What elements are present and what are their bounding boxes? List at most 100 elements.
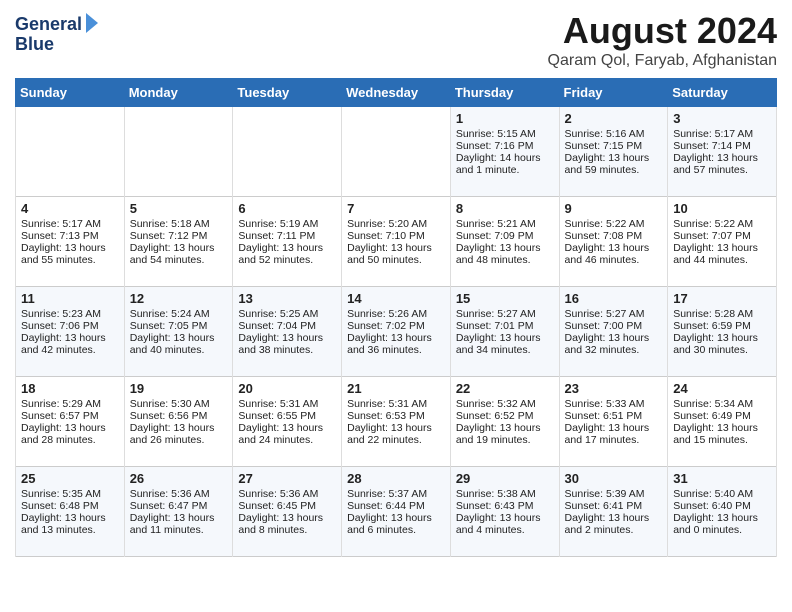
day-info: Sunset: 7:11 PM <box>238 230 336 242</box>
calendar-cell: 9Sunrise: 5:22 AMSunset: 7:08 PMDaylight… <box>559 197 668 287</box>
day-number: 15 <box>456 291 554 306</box>
day-info: Sunset: 6:52 PM <box>456 410 554 422</box>
week-row-3: 11Sunrise: 5:23 AMSunset: 7:06 PMDayligh… <box>16 287 777 377</box>
calendar-cell: 8Sunrise: 5:21 AMSunset: 7:09 PMDaylight… <box>450 197 559 287</box>
calendar-cell: 10Sunrise: 5:22 AMSunset: 7:07 PMDayligh… <box>668 197 777 287</box>
day-info: and 30 minutes. <box>673 344 771 356</box>
day-number: 1 <box>456 111 554 126</box>
day-number: 11 <box>21 291 119 306</box>
calendar-cell <box>16 107 125 197</box>
day-info: Sunrise: 5:21 AM <box>456 218 554 230</box>
weekday-header-saturday: Saturday <box>668 79 777 107</box>
calendar-cell: 16Sunrise: 5:27 AMSunset: 7:00 PMDayligh… <box>559 287 668 377</box>
day-number: 19 <box>130 381 228 396</box>
day-info: Sunset: 6:53 PM <box>347 410 445 422</box>
day-number: 22 <box>456 381 554 396</box>
calendar-cell: 3Sunrise: 5:17 AMSunset: 7:14 PMDaylight… <box>668 107 777 197</box>
day-info: Sunset: 7:06 PM <box>21 320 119 332</box>
day-info: Sunrise: 5:25 AM <box>238 308 336 320</box>
day-info: Daylight: 13 hours <box>21 332 119 344</box>
day-info: Sunrise: 5:24 AM <box>130 308 228 320</box>
day-info: and 46 minutes. <box>565 254 663 266</box>
day-info: and 19 minutes. <box>456 434 554 446</box>
calendar-cell: 22Sunrise: 5:32 AMSunset: 6:52 PMDayligh… <box>450 377 559 467</box>
day-info: and 6 minutes. <box>347 524 445 536</box>
day-info: and 17 minutes. <box>565 434 663 446</box>
day-info: and 52 minutes. <box>238 254 336 266</box>
day-number: 2 <box>565 111 663 126</box>
day-info: and 50 minutes. <box>347 254 445 266</box>
day-info: Sunset: 7:15 PM <box>565 140 663 152</box>
calendar-cell: 26Sunrise: 5:36 AMSunset: 6:47 PMDayligh… <box>124 467 233 557</box>
day-info: and 13 minutes. <box>21 524 119 536</box>
day-info: Sunrise: 5:28 AM <box>673 308 771 320</box>
day-info: Sunset: 6:51 PM <box>565 410 663 422</box>
day-info: and 26 minutes. <box>130 434 228 446</box>
day-info: Sunset: 6:41 PM <box>565 500 663 512</box>
day-info: and 15 minutes. <box>673 434 771 446</box>
day-info: and 48 minutes. <box>456 254 554 266</box>
day-info: Daylight: 13 hours <box>347 332 445 344</box>
day-number: 29 <box>456 471 554 486</box>
day-info: Daylight: 13 hours <box>130 242 228 254</box>
day-info: Sunrise: 5:22 AM <box>565 218 663 230</box>
day-info: Sunset: 6:57 PM <box>21 410 119 422</box>
day-info: and 44 minutes. <box>673 254 771 266</box>
day-info: Sunrise: 5:18 AM <box>130 218 228 230</box>
day-number: 28 <box>347 471 445 486</box>
day-info: and 24 minutes. <box>238 434 336 446</box>
day-info: and 8 minutes. <box>238 524 336 536</box>
calendar-cell: 7Sunrise: 5:20 AMSunset: 7:10 PMDaylight… <box>342 197 451 287</box>
day-info: and 34 minutes. <box>456 344 554 356</box>
day-info: Daylight: 13 hours <box>238 242 336 254</box>
calendar-cell: 13Sunrise: 5:25 AMSunset: 7:04 PMDayligh… <box>233 287 342 377</box>
day-info: Sunset: 6:55 PM <box>238 410 336 422</box>
day-number: 27 <box>238 471 336 486</box>
week-row-4: 18Sunrise: 5:29 AMSunset: 6:57 PMDayligh… <box>16 377 777 467</box>
day-info: Sunset: 7:07 PM <box>673 230 771 242</box>
calendar-cell <box>124 107 233 197</box>
day-info: Daylight: 13 hours <box>673 332 771 344</box>
calendar-cell: 5Sunrise: 5:18 AMSunset: 7:12 PMDaylight… <box>124 197 233 287</box>
day-info: Sunset: 6:56 PM <box>130 410 228 422</box>
day-number: 17 <box>673 291 771 306</box>
day-number: 20 <box>238 381 336 396</box>
day-info: Sunrise: 5:36 AM <box>130 488 228 500</box>
calendar-cell: 25Sunrise: 5:35 AMSunset: 6:48 PMDayligh… <box>16 467 125 557</box>
calendar-cell: 11Sunrise: 5:23 AMSunset: 7:06 PMDayligh… <box>16 287 125 377</box>
day-info: and 40 minutes. <box>130 344 228 356</box>
day-info: Daylight: 13 hours <box>238 332 336 344</box>
day-info: Sunset: 6:43 PM <box>456 500 554 512</box>
day-info: and 11 minutes. <box>130 524 228 536</box>
day-info: Sunset: 7:04 PM <box>238 320 336 332</box>
calendar-cell: 29Sunrise: 5:38 AMSunset: 6:43 PMDayligh… <box>450 467 559 557</box>
day-number: 4 <box>21 201 119 216</box>
day-number: 12 <box>130 291 228 306</box>
day-info: Sunrise: 5:27 AM <box>565 308 663 320</box>
day-number: 31 <box>673 471 771 486</box>
day-info: Sunrise: 5:17 AM <box>673 128 771 140</box>
day-info: Sunset: 7:10 PM <box>347 230 445 242</box>
day-number: 16 <box>565 291 663 306</box>
day-info: Sunrise: 5:16 AM <box>565 128 663 140</box>
month-title: August 2024 <box>548 10 777 52</box>
day-info: and 42 minutes. <box>21 344 119 356</box>
weekday-header-monday: Monday <box>124 79 233 107</box>
day-number: 14 <box>347 291 445 306</box>
calendar-cell: 1Sunrise: 5:15 AMSunset: 7:16 PMDaylight… <box>450 107 559 197</box>
calendar-cell: 28Sunrise: 5:37 AMSunset: 6:44 PMDayligh… <box>342 467 451 557</box>
day-info: Sunset: 7:00 PM <box>565 320 663 332</box>
day-info: Daylight: 13 hours <box>456 242 554 254</box>
week-row-2: 4Sunrise: 5:17 AMSunset: 7:13 PMDaylight… <box>16 197 777 287</box>
day-info: Sunset: 7:13 PM <box>21 230 119 242</box>
day-info: Sunrise: 5:15 AM <box>456 128 554 140</box>
day-info: and 59 minutes. <box>565 164 663 176</box>
day-info: Sunrise: 5:30 AM <box>130 398 228 410</box>
day-number: 3 <box>673 111 771 126</box>
day-info: Daylight: 13 hours <box>21 512 119 524</box>
day-info: Sunset: 7:14 PM <box>673 140 771 152</box>
day-info: Daylight: 13 hours <box>673 422 771 434</box>
day-info: Sunset: 6:45 PM <box>238 500 336 512</box>
day-info: and 38 minutes. <box>238 344 336 356</box>
day-info: Sunrise: 5:33 AM <box>565 398 663 410</box>
